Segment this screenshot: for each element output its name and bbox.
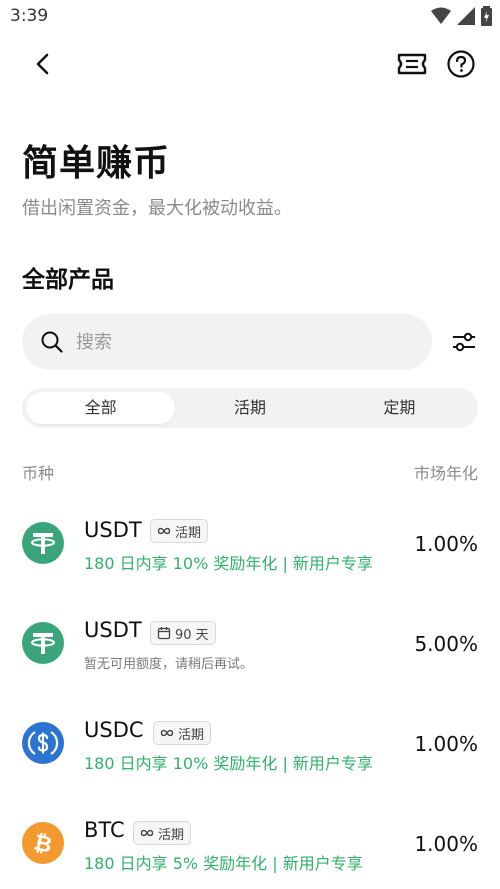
search-box[interactable] <box>22 314 432 370</box>
battery-icon <box>481 6 492 26</box>
filter-sliders-icon[interactable] <box>450 328 478 356</box>
apr-value: 1.00% <box>414 732 478 756</box>
tether-icon <box>22 522 64 564</box>
tab-flexible[interactable]: 活期 <box>175 392 324 424</box>
apr-value: 5.00% <box>414 632 478 656</box>
status-bar: 3:39 <box>0 0 500 34</box>
quota-note: 暂无可用额度，请稍后再试。 <box>84 657 254 672</box>
term-badge: 活期 <box>153 721 212 745</box>
apr-value: 1.00% <box>414 832 478 856</box>
status-icons <box>431 6 492 26</box>
status-time: 3:39 <box>10 6 49 26</box>
promo-text: 180 日内享 10% 奖励年化 | 新用户专享 <box>84 554 373 573</box>
infinity-icon <box>140 829 154 837</box>
infinity-icon <box>160 729 174 737</box>
badge-label: 活期 <box>178 727 205 743</box>
promo-text: 180 日内享 5% 奖励年化 | 新用户专享 <box>84 854 363 873</box>
coin-name: USDT <box>84 518 142 542</box>
section-title: 全部产品 <box>22 267 114 293</box>
badge-label: 活期 <box>158 827 185 843</box>
coin-name: USDC <box>84 718 144 742</box>
tab-all[interactable]: 全部 <box>26 392 176 424</box>
bitcoin-icon: ₿ <box>22 822 64 864</box>
column-header-coin: 币种 <box>22 464 55 483</box>
help-icon[interactable] <box>446 49 476 79</box>
search-icon <box>41 331 63 353</box>
product-type-tabs: 全部 活期 定期 <box>22 388 478 428</box>
product-row[interactable]: USDT 90 天 暂无可用额度，请稍后再试。 5.00% <box>0 604 500 684</box>
page-subtitle: 借出闲置资金，最大化被动收益。 <box>22 198 292 219</box>
page-title: 简单赚币 <box>22 143 171 184</box>
usdc-icon <box>22 722 64 764</box>
term-badge: 活期 <box>133 821 192 845</box>
term-badge: 活期 <box>150 519 209 543</box>
product-row[interactable]: USDT 活期 180 日内享 10% 奖励年化 | 新用户专享 1.00% <box>0 504 500 584</box>
term-badge: 90 天 <box>150 621 216 645</box>
infinity-icon <box>157 527 171 535</box>
product-row[interactable]: ₿ BTC 活期 180 日内享 5% 奖励年化 | 新用户专享 1.00% <box>0 804 500 884</box>
search-input[interactable] <box>76 322 416 362</box>
product-row[interactable]: USDC 活期 180 日内享 10% 奖励年化 | 新用户专享 1.00% <box>0 704 500 784</box>
top-nav <box>0 44 500 84</box>
back-arrow-icon[interactable] <box>30 50 58 78</box>
badge-label: 90 天 <box>175 627 209 643</box>
calendar-icon <box>157 627 171 640</box>
coin-name: BTC <box>84 818 125 842</box>
signal-icon <box>457 7 475 25</box>
ticket-icon[interactable] <box>396 50 428 78</box>
badge-label: 活期 <box>175 525 202 541</box>
tether-icon <box>22 622 64 664</box>
promo-text: 180 日内享 10% 奖励年化 | 新用户专享 <box>84 754 373 773</box>
coin-name: USDT <box>84 618 142 642</box>
apr-value: 1.00% <box>414 532 478 556</box>
column-header-apr[interactable]: 市场年化 <box>414 460 478 484</box>
tab-fixed[interactable]: 定期 <box>325 392 474 424</box>
wifi-icon <box>431 7 451 24</box>
